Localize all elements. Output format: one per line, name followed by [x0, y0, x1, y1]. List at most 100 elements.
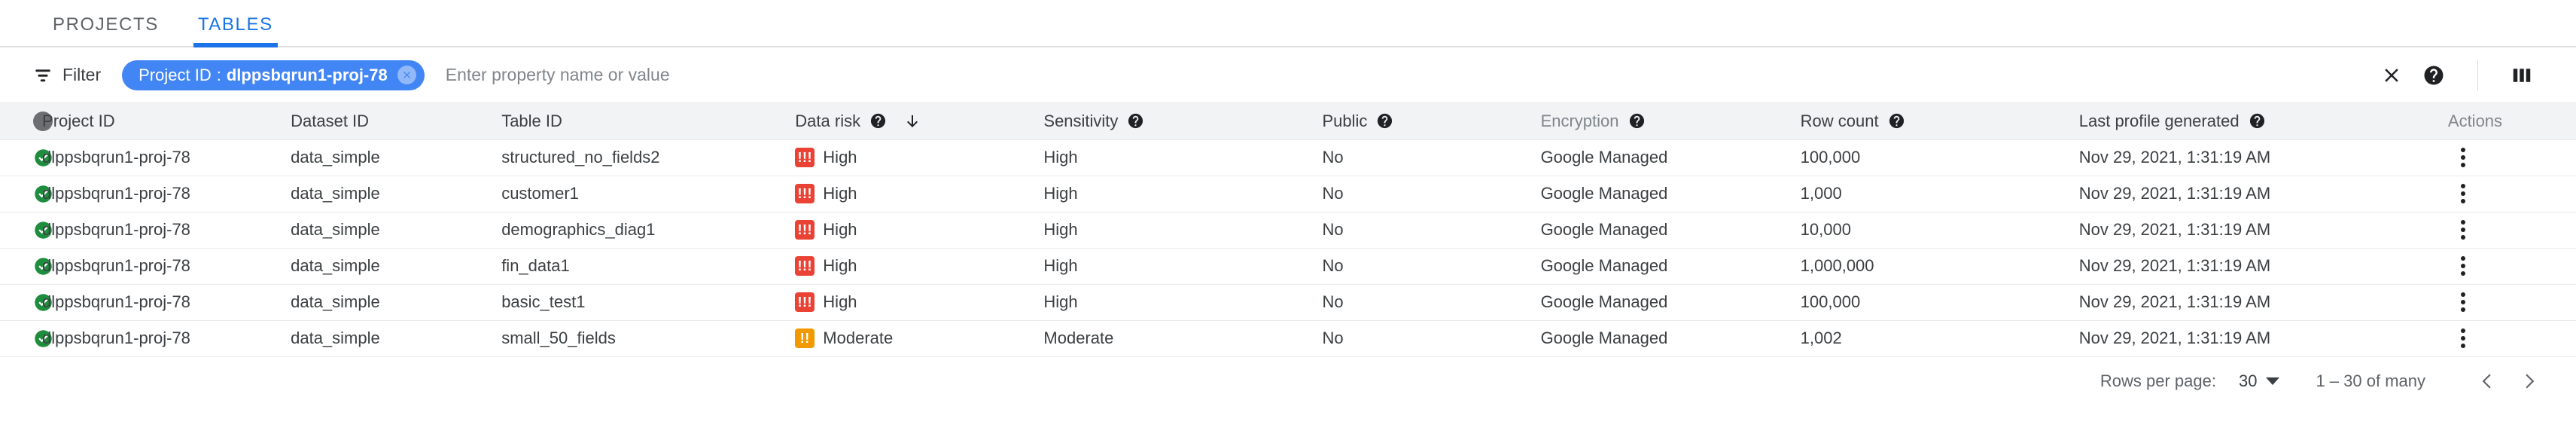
row-public: No: [1322, 148, 1344, 167]
table-row[interactable]: dlppsbqrun1-proj-78 data_simple small_50_f…: [0, 320, 2576, 356]
column-header-row-count[interactable]: Row count: [1801, 103, 2079, 139]
row-project-id: dlppsbqrun1-proj-78: [42, 328, 190, 347]
row-last-profile-generated: Nov 29, 2021, 1:31:19 AM: [2078, 184, 2271, 203]
row-data-risk: !!! High: [795, 284, 1043, 320]
tab-tables[interactable]: TABLES: [178, 16, 293, 47]
row-dataset-id: data_simple: [291, 328, 380, 347]
row-actions-menu-button[interactable]: [2448, 220, 2478, 240]
column-header-last-profile-generated[interactable]: Last profile generated: [2079, 103, 2448, 139]
help-icon[interactable]: [2249, 112, 2266, 130]
column-header-label: Row count: [1800, 111, 1879, 130]
column-header-project-id[interactable]: Project ID: [42, 103, 291, 139]
row-data-risk-label: High: [823, 184, 857, 203]
row-data-risk: !!! High: [795, 139, 1043, 176]
rows-per-page-select[interactable]: 30: [2238, 371, 2280, 391]
row-encryption: Google Managed: [1540, 292, 1668, 311]
column-header-label: Dataset ID: [291, 111, 370, 130]
rows-per-page-value: 30: [2238, 371, 2258, 390]
row-row-count: 1,002: [1800, 328, 1842, 347]
table-header: Project ID Dataset ID Table ID Data risk: [0, 103, 2576, 139]
pagination-bar: Rows per page: 30 1 – 30 of many: [0, 357, 2576, 405]
column-header-dataset-id[interactable]: Dataset ID: [291, 103, 501, 139]
row-last-profile-generated: Nov 29, 2021, 1:31:19 AM: [2078, 148, 2271, 167]
row-public: No: [1322, 184, 1344, 203]
kebab-dot: [2460, 184, 2465, 188]
row-last-profile-generated: Nov 29, 2021, 1:31:19 AM: [2078, 292, 2271, 311]
table-header-row: Project ID Dataset ID Table ID Data risk: [0, 103, 2576, 139]
filter-search-input[interactable]: [445, 65, 2370, 85]
row-status-cell: [0, 284, 52, 320]
kebab-dot: [2460, 155, 2465, 160]
filter-chip-remove-button[interactable]: [397, 66, 416, 84]
risk-badge-icon: !!!: [795, 184, 815, 203]
help-icon[interactable]: [869, 112, 887, 130]
row-row-count: 100,000: [1800, 148, 1861, 167]
risk-badge-icon: !!!: [795, 220, 815, 240]
row-encryption: Google Managed: [1540, 256, 1668, 275]
help-icon[interactable]: [1376, 112, 1393, 130]
row-sensitivity: High: [1043, 220, 1078, 239]
column-header-data-risk[interactable]: Data risk: [795, 103, 1043, 139]
next-page-button[interactable]: [2508, 361, 2549, 402]
kebab-dot: [2460, 191, 2465, 196]
table-row[interactable]: dlppsbqrun1-proj-78 data_simple customer1!…: [0, 176, 2576, 212]
table-profiles-page: PROJECTS TABLES Filter Project ID : dlpp…: [0, 0, 2576, 440]
row-data-risk: !!! High: [795, 212, 1043, 248]
row-actions-menu-button[interactable]: [2448, 292, 2478, 312]
row-actions-menu-button[interactable]: [2448, 328, 2478, 348]
kebab-dot: [2460, 307, 2465, 312]
column-header-table-id[interactable]: Table ID: [501, 103, 795, 139]
row-project-id: dlppsbqrun1-proj-78: [42, 256, 190, 275]
filter-list-icon: [35, 69, 50, 81]
row-table-id: customer1: [501, 184, 579, 203]
help-icon[interactable]: [1628, 112, 1646, 130]
chevron-right-icon: [2526, 373, 2535, 389]
filter-chip-project-id[interactable]: Project ID : dlppsbqrun1-proj-78: [122, 60, 425, 90]
row-sensitivity: High: [1043, 292, 1078, 311]
table-row[interactable]: dlppsbqrun1-proj-78 data_simple fin_data1!…: [0, 248, 2576, 284]
row-table-id: small_50_fields: [501, 328, 616, 347]
row-project-id: dlppsbqrun1-proj-78: [42, 148, 190, 167]
help-icon[interactable]: [1888, 112, 1905, 130]
column-header-status: [0, 103, 53, 139]
row-actions-cell: [2448, 248, 2576, 284]
column-display-button[interactable]: [2501, 54, 2543, 96]
table-row[interactable]: dlppsbqrun1-proj-78 data_simple demographi…: [0, 212, 2576, 248]
row-public: No: [1322, 328, 1344, 347]
row-project-id: dlppsbqrun1-proj-78: [42, 292, 190, 311]
column-header-encryption[interactable]: Encryption: [1541, 103, 1801, 139]
pagination-range-label: 1 – 30 of many: [2316, 371, 2425, 390]
row-last-profile-generated: Nov 29, 2021, 1:31:19 AM: [2078, 328, 2271, 347]
sort-descending-arrow-icon[interactable]: [903, 112, 921, 130]
toolbar-divider: [2477, 59, 2478, 91]
row-public: No: [1322, 220, 1344, 239]
column-header-public[interactable]: Public: [1322, 103, 1540, 139]
clear-filter-button[interactable]: [2370, 54, 2413, 96]
tab-bar: PROJECTS TABLES: [0, 0, 2576, 47]
row-actions-menu-button[interactable]: [2448, 148, 2478, 167]
filter-chip-key: Project ID: [139, 65, 212, 84]
column-header-actions: Actions: [2448, 103, 2576, 139]
tab-projects[interactable]: PROJECTS: [33, 16, 178, 46]
row-actions-cell: [2448, 212, 2576, 248]
row-public: No: [1322, 256, 1344, 275]
kebab-dot: [2460, 300, 2465, 304]
row-sensitivity: High: [1043, 148, 1078, 167]
filter-bar: Filter Project ID : dlppsbqrun1-proj-78: [0, 47, 2576, 103]
table-row[interactable]: dlppsbqrun1-proj-78 data_simple structured…: [0, 139, 2576, 176]
row-status-cell: [0, 139, 52, 176]
row-table-id: basic_test1: [501, 292, 586, 311]
column-header-label: Sensitivity: [1043, 111, 1119, 130]
kebab-dot: [2460, 163, 2465, 167]
table-row[interactable]: dlppsbqrun1-proj-78 data_simple basic_test…: [0, 284, 2576, 320]
help-button[interactable]: [2413, 54, 2455, 96]
row-table-id: structured_no_fields2: [501, 148, 660, 167]
filter-button[interactable]: Filter: [33, 65, 101, 85]
row-actions-menu-button[interactable]: [2448, 256, 2478, 276]
column-header-sensitivity[interactable]: Sensitivity: [1043, 103, 1322, 139]
row-actions-menu-button[interactable]: [2448, 184, 2478, 203]
risk-badge-icon: !!!: [795, 256, 815, 276]
row-actions-cell: [2448, 139, 2576, 176]
previous-page-button[interactable]: [2468, 361, 2508, 402]
help-icon[interactable]: [1127, 112, 1144, 130]
